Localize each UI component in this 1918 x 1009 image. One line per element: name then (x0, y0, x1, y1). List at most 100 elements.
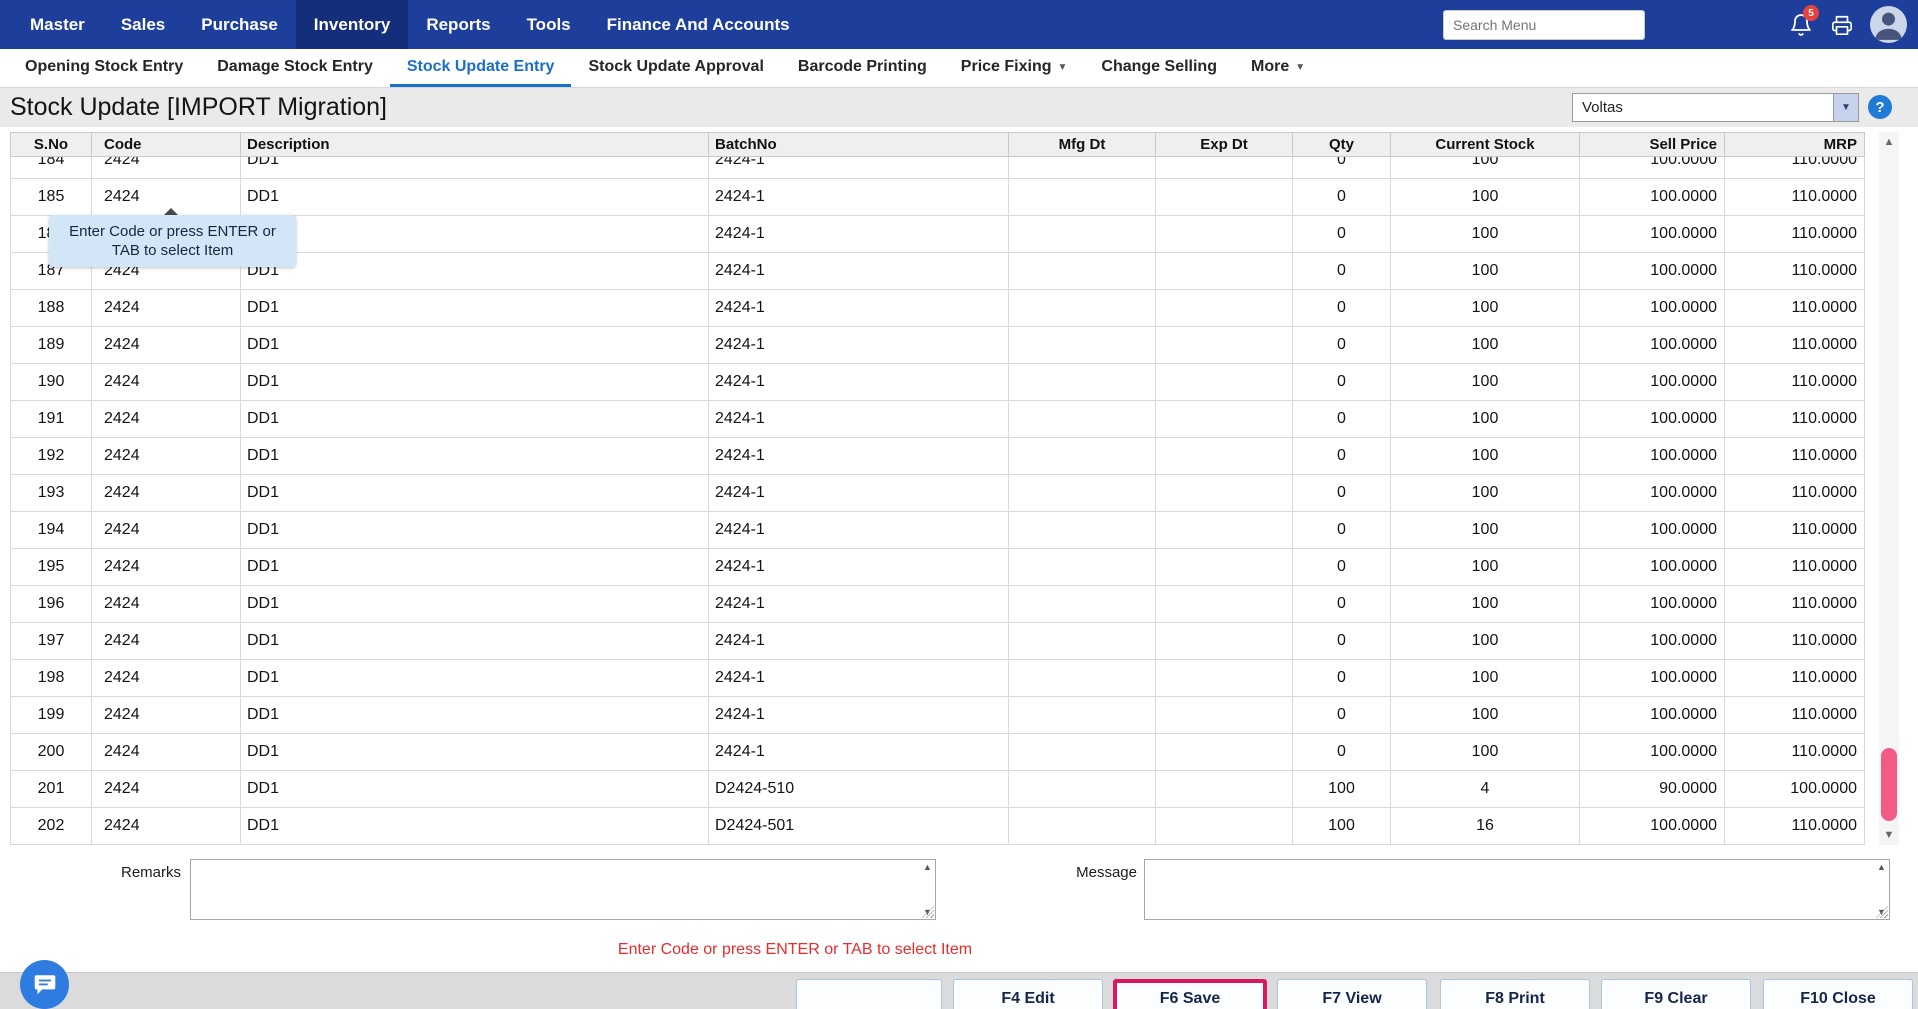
search-input[interactable] (1443, 10, 1645, 40)
cell-exp[interactable] (1156, 216, 1293, 252)
cell-exp[interactable] (1156, 364, 1293, 400)
cell-current[interactable]: 100 (1391, 216, 1580, 252)
cell-mfg[interactable] (1009, 327, 1156, 363)
tab-change-selling[interactable]: Change Selling (1084, 49, 1234, 87)
cell-code[interactable]: 2424 (92, 438, 241, 474)
nav-item-purchase[interactable]: Purchase (183, 0, 296, 49)
nav-item-master[interactable]: Master (12, 0, 103, 49)
cell-sell[interactable]: 100.0000 (1580, 253, 1725, 289)
cell-mrp[interactable]: 110.0000 (1725, 475, 1865, 511)
cell-qty[interactable]: 100 (1293, 808, 1391, 844)
cell-batch[interactable]: D2424-501 (709, 808, 1009, 844)
cell-sell[interactable]: 100.0000 (1580, 216, 1725, 252)
cell-sno[interactable]: 199 (10, 697, 92, 733)
scroll-up-icon[interactable]: ▲ (923, 862, 932, 872)
cell-code[interactable]: 2424 (92, 157, 241, 178)
cell-mrp[interactable]: 110.0000 (1725, 586, 1865, 622)
cell-exp[interactable] (1156, 771, 1293, 807)
cell-sno[interactable]: 185 (10, 179, 92, 215)
tab-damage-stock-entry[interactable]: Damage Stock Entry (200, 49, 390, 87)
cell-mfg[interactable] (1009, 586, 1156, 622)
cell-mfg[interactable] (1009, 179, 1156, 215)
cell-sell[interactable]: 100.0000 (1580, 157, 1725, 178)
cell-code[interactable]: 2424 (92, 475, 241, 511)
cell-current[interactable]: 4 (1391, 771, 1580, 807)
cell-exp[interactable] (1156, 512, 1293, 548)
cell-qty[interactable]: 0 (1293, 697, 1391, 733)
column-header-current-stock[interactable]: Current Stock (1391, 133, 1580, 156)
cell-exp[interactable] (1156, 438, 1293, 474)
cell-code[interactable]: 2424 (92, 364, 241, 400)
cell-sell[interactable]: 100.0000 (1580, 475, 1725, 511)
cell-batch[interactable]: 2424-1 (709, 660, 1009, 696)
cell-mrp[interactable]: 110.0000 (1725, 697, 1865, 733)
cell-batch[interactable]: 2424-1 (709, 512, 1009, 548)
column-header-mrp[interactable]: MRP (1725, 133, 1865, 156)
cell-mrp[interactable]: 110.0000 (1725, 549, 1865, 585)
cell-batch[interactable]: 2424-1 (709, 216, 1009, 252)
nav-item-sales[interactable]: Sales (103, 0, 183, 49)
cell-batch[interactable]: 2424-1 (709, 253, 1009, 289)
cell-exp[interactable] (1156, 697, 1293, 733)
cell-current[interactable]: 100 (1391, 401, 1580, 437)
cell-mrp[interactable]: 110.0000 (1725, 364, 1865, 400)
cell-sell[interactable]: 100.0000 (1580, 290, 1725, 326)
cell-mrp[interactable]: 110.0000 (1725, 808, 1865, 844)
cell-mrp[interactable]: 100.0000 (1725, 771, 1865, 807)
cell-desc[interactable]: DD1 (241, 549, 709, 585)
cell-current[interactable]: 16 (1391, 808, 1580, 844)
cell-code[interactable]: 2424 (92, 771, 241, 807)
cell-code[interactable]: 2424 (92, 697, 241, 733)
cell-current[interactable]: 100 (1391, 438, 1580, 474)
cell-desc[interactable]: DD1 (241, 623, 709, 659)
cell-mfg[interactable] (1009, 216, 1156, 252)
button-f10-close[interactable]: F10 Close (1763, 979, 1913, 1009)
cell-batch[interactable]: 2424-1 (709, 623, 1009, 659)
cell-exp[interactable] (1156, 734, 1293, 770)
cell-mrp[interactable]: 110.0000 (1725, 290, 1865, 326)
cell-sell[interactable]: 100.0000 (1580, 438, 1725, 474)
cell-current[interactable]: 100 (1391, 179, 1580, 215)
cell-qty[interactable]: 0 (1293, 623, 1391, 659)
cell-qty[interactable]: 0 (1293, 438, 1391, 474)
cell-mfg[interactable] (1009, 771, 1156, 807)
cell-qty[interactable]: 0 (1293, 512, 1391, 548)
nav-item-reports[interactable]: Reports (408, 0, 508, 49)
cell-desc[interactable]: DD1 (241, 734, 709, 770)
cell-code[interactable]: 2424 (92, 401, 241, 437)
cell-code[interactable]: 2424 (92, 327, 241, 363)
message-textarea[interactable] (1145, 860, 1889, 919)
cell-batch[interactable]: 2424-1 (709, 734, 1009, 770)
cell-code[interactable]: 2424 (92, 512, 241, 548)
cell-qty[interactable]: 0 (1293, 549, 1391, 585)
chat-button[interactable] (20, 960, 69, 1009)
scroll-up-icon[interactable]: ▲ (1879, 132, 1899, 152)
cell-desc[interactable]: DD1 (241, 327, 709, 363)
cell-desc[interactable]: DD1 (241, 512, 709, 548)
cell-sell[interactable]: 100.0000 (1580, 401, 1725, 437)
cell-sno[interactable]: 198 (10, 660, 92, 696)
cell-sno[interactable]: 188 (10, 290, 92, 326)
cell-qty[interactable]: 0 (1293, 290, 1391, 326)
cell-mrp[interactable]: 110.0000 (1725, 327, 1865, 363)
cell-qty[interactable]: 0 (1293, 734, 1391, 770)
column-header-s-no[interactable]: S.No (10, 133, 92, 156)
cell-mfg[interactable] (1009, 734, 1156, 770)
cell-mfg[interactable] (1009, 438, 1156, 474)
cell-batch[interactable]: 2424-1 (709, 697, 1009, 733)
cell-sell[interactable]: 90.0000 (1580, 771, 1725, 807)
cell-mfg[interactable] (1009, 157, 1156, 178)
cell-sell[interactable]: 100.0000 (1580, 179, 1725, 215)
cell-sno[interactable]: 189 (10, 327, 92, 363)
cell-desc[interactable]: DD1 (241, 253, 709, 289)
button-blank[interactable] (796, 979, 942, 1009)
cell-sell[interactable]: 100.0000 (1580, 734, 1725, 770)
cell-sno[interactable]: 184 (10, 157, 92, 178)
cell-batch[interactable]: 2424-1 (709, 475, 1009, 511)
tab-barcode-printing[interactable]: Barcode Printing (781, 49, 944, 87)
cell-mfg[interactable] (1009, 253, 1156, 289)
cell-mfg[interactable] (1009, 697, 1156, 733)
cell-batch[interactable]: 2424-1 (709, 179, 1009, 215)
cell-batch[interactable]: 2424-1 (709, 157, 1009, 178)
cell-mrp[interactable]: 110.0000 (1725, 216, 1865, 252)
